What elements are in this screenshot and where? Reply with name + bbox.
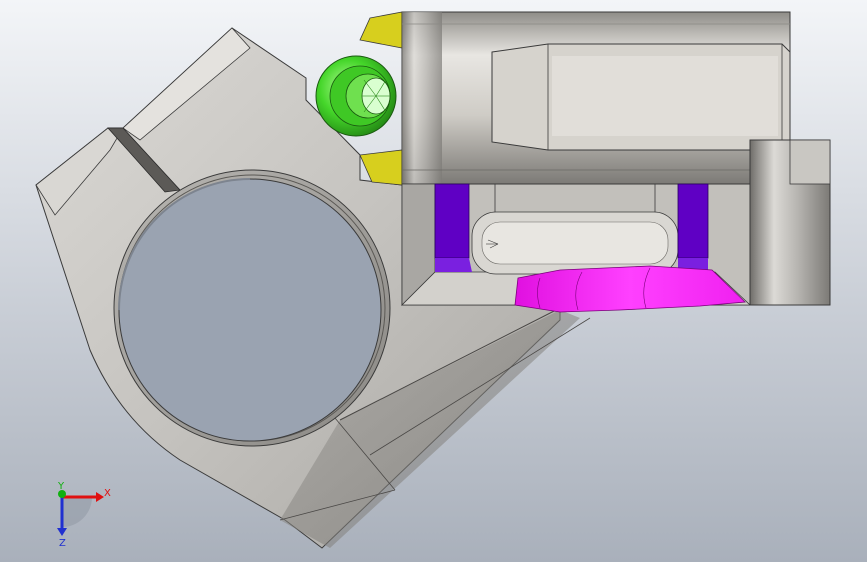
triad-quadrant-icon [62,497,92,527]
section-face-magenta[interactable] [514,265,746,313]
upper-shaft-block[interactable] [401,11,791,185]
y-axis-label: Y [57,481,65,492]
bore-hole[interactable] [113,169,391,447]
coordinate-triad: X Y Z [57,481,111,549]
graphics-viewport[interactable]: X Y Z [0,0,867,562]
x-axis-label: X [104,488,111,499]
x-axis-arrow-icon [96,492,104,502]
cad-model-view[interactable]: X Y Z [0,0,867,562]
right-block[interactable] [749,139,831,306]
bolt-head[interactable] [315,55,397,137]
z-axis-label: Z [59,538,66,549]
z-axis-arrow-icon [57,528,67,536]
